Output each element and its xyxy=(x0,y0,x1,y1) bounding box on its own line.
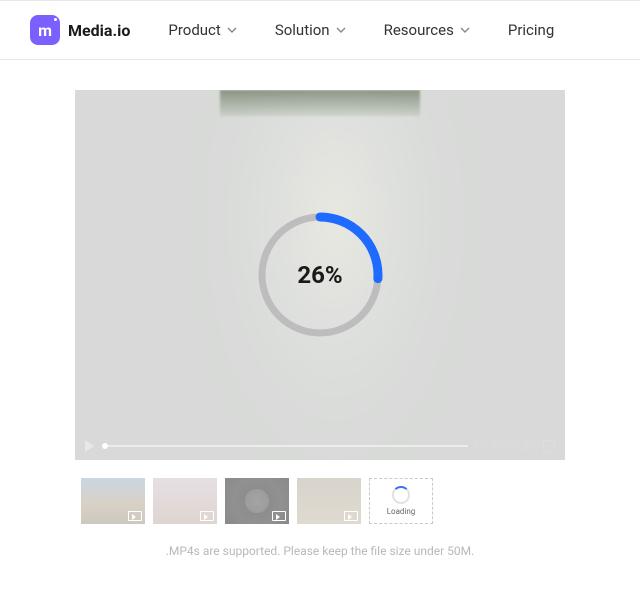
decorative-edge xyxy=(220,90,420,116)
thumbnail-item[interactable] xyxy=(81,478,145,524)
video-clip-icon xyxy=(344,511,358,521)
nav-product[interactable]: Product xyxy=(168,21,236,39)
nav-resources-label: Resources xyxy=(384,21,454,39)
play-icon[interactable] xyxy=(85,440,94,452)
logo-letter: m xyxy=(38,21,52,40)
chevron-down-icon xyxy=(460,25,470,35)
loading-label: Loading xyxy=(387,507,416,516)
chevron-down-icon xyxy=(336,25,346,35)
nav-solution[interactable]: Solution xyxy=(275,21,346,39)
spinner-icon xyxy=(392,486,410,504)
time-display: 00:00/00:20 xyxy=(476,439,535,452)
nav-pricing[interactable]: Pricing xyxy=(508,21,554,39)
progress-percent-text: 26% xyxy=(297,261,342,289)
nav-pricing-label: Pricing xyxy=(508,21,554,39)
video-clip-icon xyxy=(272,511,286,521)
video-clip-icon xyxy=(200,511,214,521)
nav-product-label: Product xyxy=(168,21,220,39)
seek-track[interactable] xyxy=(102,445,468,447)
brand-name: Media.io xyxy=(68,21,130,40)
nav-solution-label: Solution xyxy=(275,21,330,39)
video-controls-bar: 00:00/00:20 xyxy=(85,439,555,452)
video-preview: 26% 00:00/00:20 xyxy=(75,90,565,460)
video-clip-icon xyxy=(128,511,142,521)
logo-icon: m xyxy=(30,15,60,45)
file-hint-text: .MP4s are supported. Please keep the fil… xyxy=(166,544,475,558)
chevron-down-icon xyxy=(227,25,237,35)
thumbnail-item[interactable] xyxy=(297,478,361,524)
nav-resources[interactable]: Resources xyxy=(384,21,470,39)
main-content: 26% 00:00/00:20 Loading .MP4s are suppor… xyxy=(0,60,640,558)
thumbnail-item[interactable] xyxy=(225,478,289,524)
header-nav: m Media.io Product Solution Resources Pr… xyxy=(0,0,640,60)
upload-progress-ring: 26% xyxy=(250,205,390,345)
thumbnail-row: Loading xyxy=(75,478,565,524)
thumbnail-loading-tile[interactable]: Loading xyxy=(369,478,433,524)
thumbnail-item[interactable] xyxy=(153,478,217,524)
fullscreen-icon[interactable] xyxy=(543,440,555,452)
brand-logo[interactable]: m Media.io xyxy=(30,15,130,45)
